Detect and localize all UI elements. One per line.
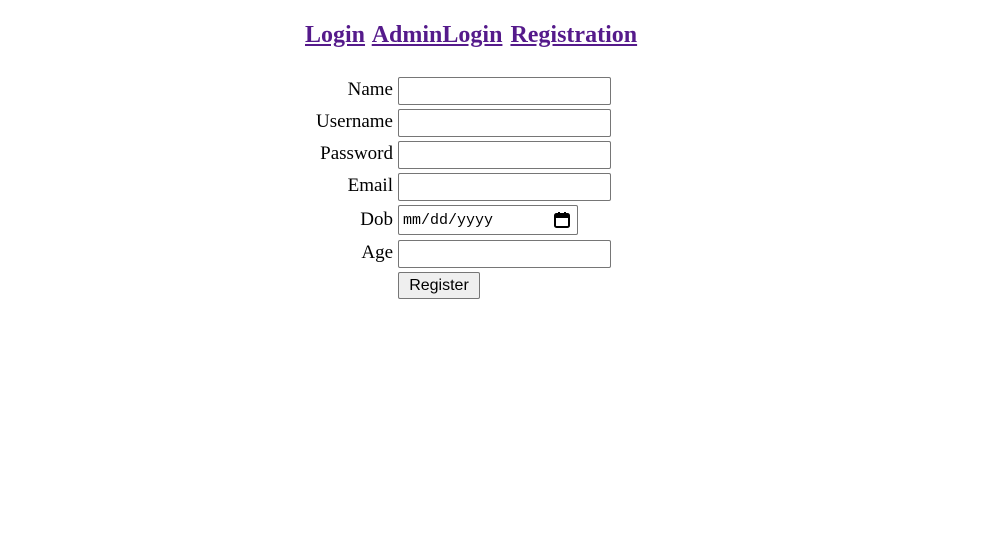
- email-label: Email: [347, 175, 393, 196]
- registration-link[interactable]: Registration: [510, 22, 637, 48]
- dob-placeholder: mm/dd/yyyy: [403, 211, 494, 229]
- registration-page: Login AdminLogin Registration Name Usern…: [0, 0, 997, 536]
- password-input[interactable]: [398, 141, 611, 169]
- top-nav: Login AdminLogin Registration: [305, 22, 639, 49]
- username-input[interactable]: [398, 109, 611, 137]
- dob-date-input[interactable]: mm/dd/yyyy: [398, 205, 578, 235]
- calendar-icon[interactable]: [553, 211, 571, 229]
- admin-login-link[interactable]: AdminLogin: [372, 22, 503, 48]
- name-label: Name: [347, 79, 393, 100]
- username-label: Username: [315, 111, 393, 132]
- login-link[interactable]: Login: [305, 22, 365, 48]
- age-input[interactable]: [398, 240, 611, 268]
- dob-label: Dob: [360, 209, 393, 230]
- password-label: Password: [320, 143, 393, 164]
- age-label: Age: [361, 242, 393, 263]
- register-button[interactable]: Register: [398, 272, 480, 299]
- email-input[interactable]: [398, 173, 611, 201]
- name-input[interactable]: [398, 77, 611, 105]
